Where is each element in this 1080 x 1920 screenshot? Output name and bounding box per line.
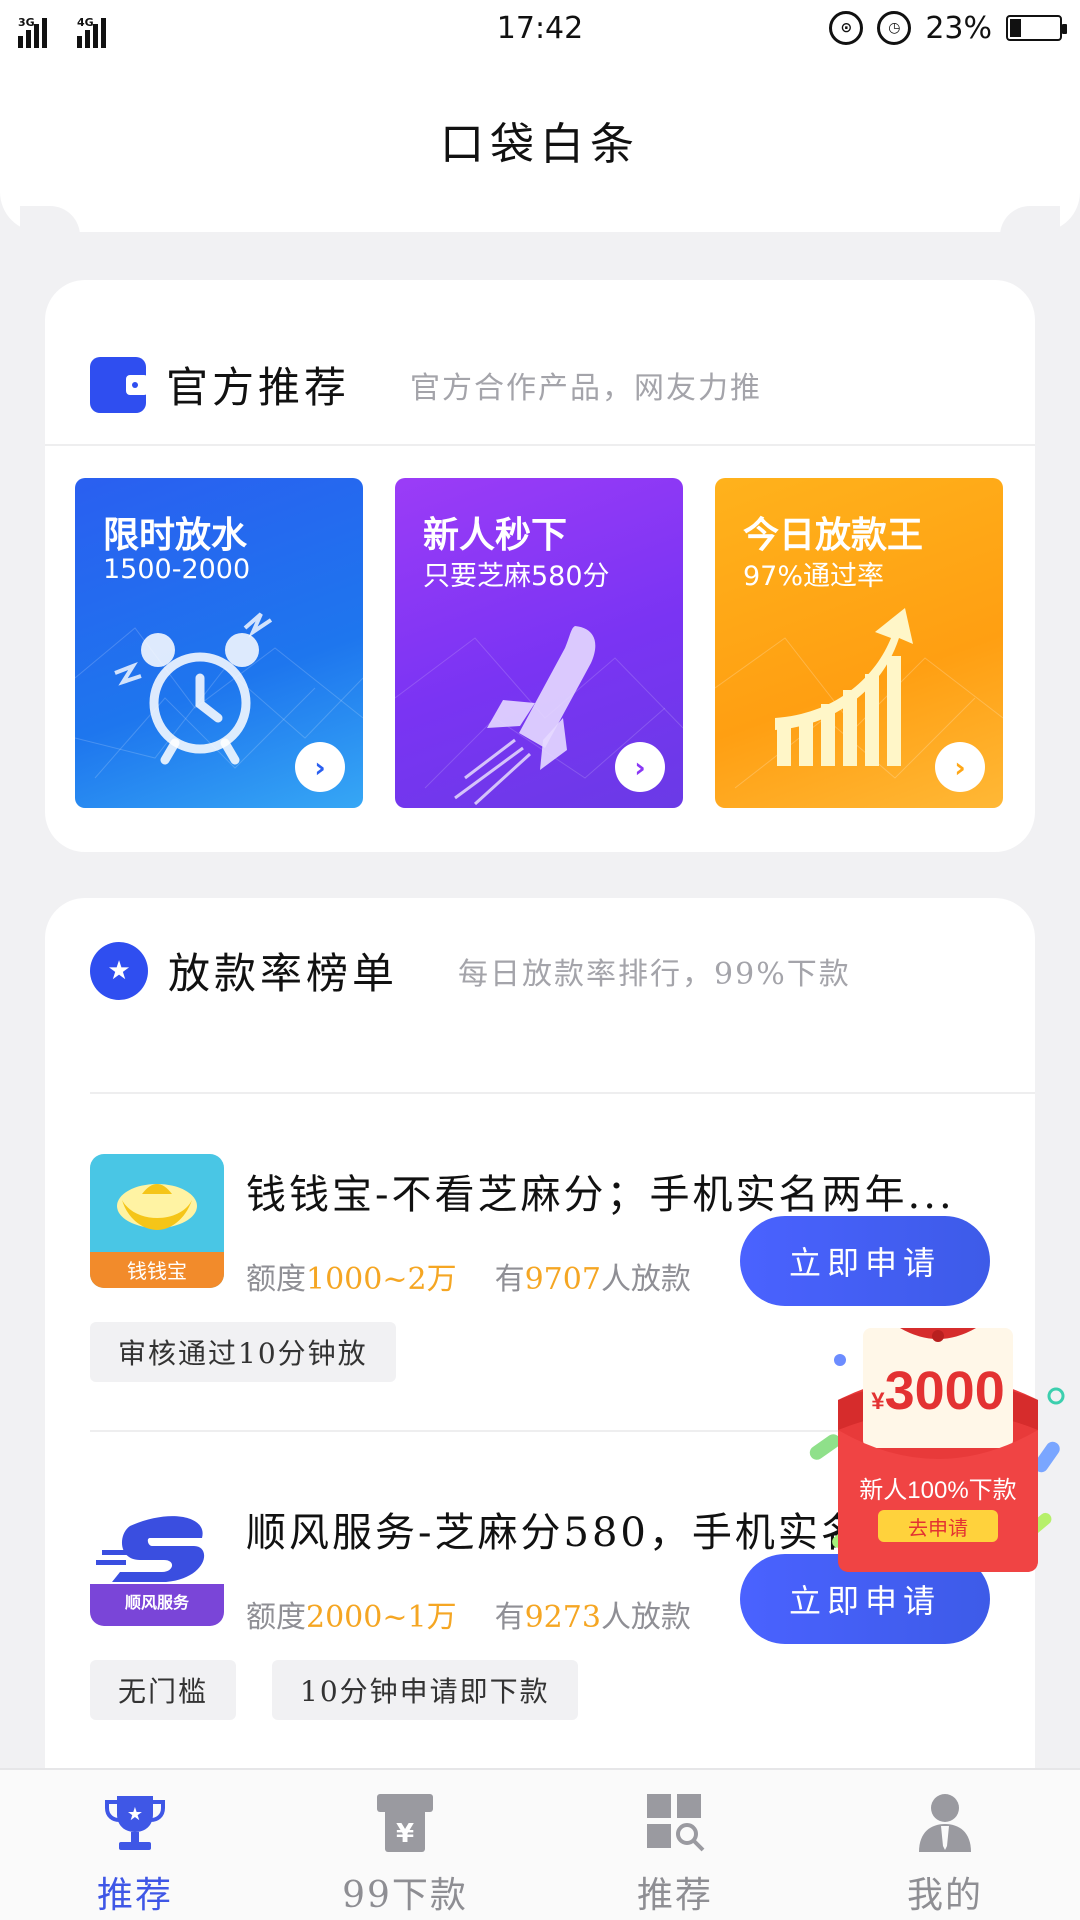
official-recommend-card: 官方推荐 官方合作产品，网友力推 限时放水 1500-2000 › 新人秒下 只… [45, 280, 1035, 852]
loan-tag: 无门槛 [90, 1660, 237, 1720]
official-subtitle: 官方合作产品，网友力推 [410, 370, 763, 406]
promo-tile-top-lender[interactable]: 今日放款王 97%通过率 › [715, 478, 1003, 808]
bottom-nav: ★ 推荐 ¥ 99下款 推荐 我的 [0, 1768, 1080, 1920]
user-icon [913, 1790, 977, 1854]
ranking-subtitle: 每日放款率排行，99%下款 [458, 956, 851, 992]
atm-icon: ¥ [373, 1790, 437, 1854]
nav-label: 99下款 [342, 1875, 468, 1916]
tile-subtitle: 1500-2000 [103, 554, 251, 585]
wallet-icon [90, 356, 148, 413]
nav-tab-99-loan[interactable]: ¥ 99下款 [270, 1770, 540, 1920]
nav-label: 推荐 [636, 1875, 713, 1916]
count-prefix: 有 [494, 1262, 525, 1297]
currency-symbol: ¥ [871, 1388, 885, 1415]
promo-tile-limited[interactable]: 限时放水 1500-2000 › [75, 478, 363, 808]
red-packet-apply-button[interactable]: 去申请 [878, 1510, 998, 1542]
app-icon-label: 钱钱宝 [127, 1259, 187, 1283]
trophy-icon: ★ [103, 1790, 167, 1854]
divider [45, 444, 1035, 446]
promo-tile-newcomer[interactable]: 新人秒下 只要芝麻580分 › [395, 478, 683, 808]
loan-name[interactable]: 钱钱宝-不看芝麻分；手机实名两年... [246, 1162, 986, 1220]
official-title: 官方推荐 [166, 363, 351, 412]
app-icon-qianqianbao: 钱钱宝 [90, 1154, 224, 1288]
limit-value: 2000~1万 [306, 1600, 457, 1635]
chevron-right-icon[interactable]: › [935, 742, 985, 792]
svg-text:★: ★ [127, 1804, 143, 1825]
app-icon-label: 顺风服务 [125, 1593, 190, 1612]
count-prefix: 有 [494, 1600, 525, 1635]
loan-tag: 审核通过10分钟放 [90, 1322, 396, 1382]
chevron-right-icon[interactable]: › [295, 742, 345, 792]
nav-tab-mine[interactable]: 我的 [810, 1770, 1080, 1920]
app-icon-shunfeng: 顺风服务 [90, 1492, 224, 1626]
status-bar: 3G 4G 17:42 ⊙ ◷ 23% [0, 0, 1080, 56]
loan-meta: 额度1000~2万 有9707人放款 [246, 1254, 691, 1298]
tile-subtitle: 只要芝麻580分 [423, 561, 610, 592]
ranking-section-header: ★ 放款率榜单 每日放款率排行，99%下款 [90, 940, 851, 1001]
tile-title: 新人秒下 [423, 515, 568, 556]
battery-icon [1006, 15, 1067, 41]
tile-title: 限时放水 [103, 515, 248, 556]
nav-tab-recommend[interactable]: ★ 推荐 [0, 1770, 270, 1920]
limit-value: 1000~2万 [306, 1262, 457, 1297]
count-suffix: 人放款 [600, 1600, 691, 1635]
ranking-badge-icon: ★ [90, 941, 148, 1000]
apply-now-button[interactable]: 立即申请 [740, 1216, 990, 1306]
limit-label: 额度 [246, 1600, 306, 1635]
lender-count: 9273 [524, 1600, 601, 1635]
official-section-header: 官方推荐 官方合作产品，网友力推 [90, 354, 762, 415]
svg-text:¥: ¥ [396, 1819, 414, 1849]
grid-search-icon [643, 1790, 707, 1854]
loan-tags: 无门槛 10分钟申请即下款 [90, 1660, 578, 1720]
ranking-title: 放款率榜单 [168, 949, 399, 998]
tile-subtitle: 97%通过率 [743, 561, 885, 592]
loan-meta: 额度2000~1万 有9273人放款 [246, 1592, 691, 1636]
red-packet-amount: ¥3000 [848, 1360, 1028, 1422]
red-packet-text: 新人100%下款 [859, 1477, 1017, 1504]
amount-value: 3000 [884, 1361, 1005, 1421]
tile-title: 今日放款王 [743, 515, 924, 556]
nav-label: 我的 [906, 1875, 983, 1916]
status-time: 17:42 [496, 10, 584, 46]
limit-label: 额度 [246, 1262, 306, 1297]
loan-tags: 审核通过10分钟放 [90, 1322, 396, 1382]
chevron-right-icon[interactable]: › [615, 742, 665, 792]
count-suffix: 人放款 [600, 1262, 691, 1297]
page-title: 口袋白条 [440, 119, 640, 170]
battery-fill [1010, 19, 1022, 37]
nav-label: 推荐 [96, 1875, 173, 1916]
divider [90, 1092, 1035, 1094]
nav-tab-recommend-2[interactable]: 推荐 [540, 1770, 810, 1920]
red-packet-promo[interactable]: ¥3000 新人100%下款 去申请 [808, 1320, 1068, 1580]
loan-tag: 10分钟申请即下款 [272, 1660, 578, 1720]
lender-count: 9707 [524, 1262, 601, 1297]
